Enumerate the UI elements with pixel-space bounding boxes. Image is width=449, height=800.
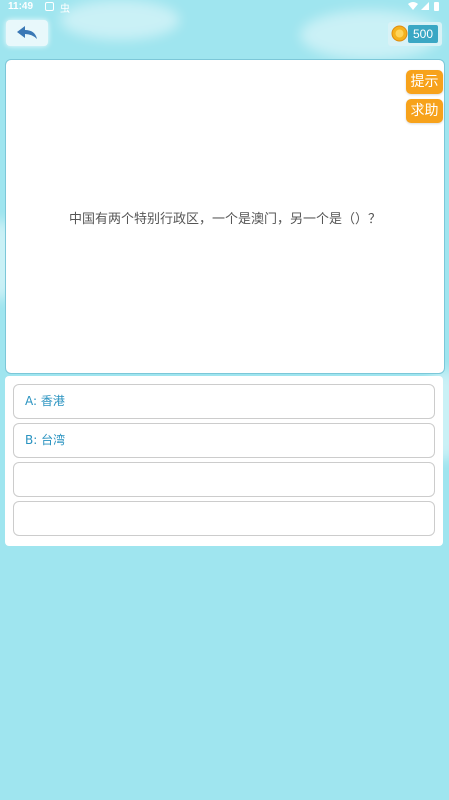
- coin-count: 500: [408, 25, 438, 43]
- back-button[interactable]: [6, 20, 48, 46]
- option-a[interactable]: A: 香港: [13, 384, 435, 419]
- option-d[interactable]: [13, 501, 435, 536]
- wifi-signal-battery-icon: [408, 2, 439, 11]
- status-time: 11:49: [8, 1, 34, 12]
- option-c[interactable]: [13, 462, 435, 497]
- notification-text: 虫: [60, 4, 70, 15]
- options-panel: A: 香港 B: 台湾: [5, 376, 443, 546]
- status-bar: 11:49 虫: [0, 0, 449, 16]
- notification-icon: [45, 2, 54, 11]
- status-icons: [407, 1, 441, 15]
- help-button[interactable]: 求助: [406, 99, 443, 123]
- coin-icon: [391, 25, 408, 42]
- hint-button[interactable]: 提示: [406, 70, 443, 94]
- coin-balance: 500: [388, 22, 442, 46]
- option-b[interactable]: B: 台湾: [13, 423, 435, 458]
- back-arrow-icon: [17, 26, 37, 39]
- question-card: 中国有两个特别行政区，一个是澳门，另一个是（）？: [5, 59, 445, 374]
- question-text: 中国有两个特别行政区，一个是澳门，另一个是（）？: [68, 212, 381, 227]
